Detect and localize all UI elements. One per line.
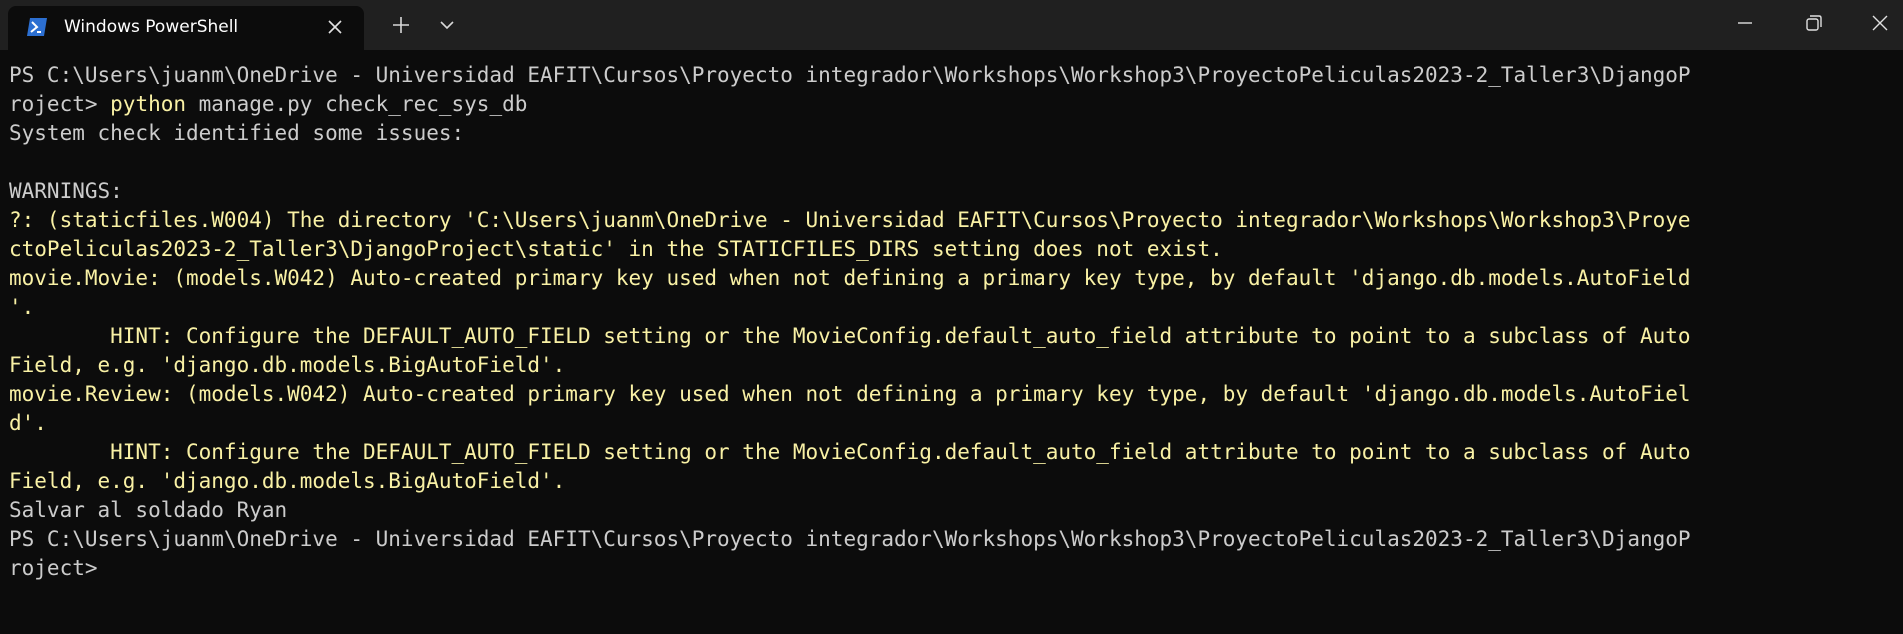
console-line: roject> python manage.py check_rec_sys_d… <box>9 90 1895 119</box>
console-text: movie.Review: (models.W042) Auto-created… <box>9 382 1691 406</box>
console-line: movie.Movie: (models.W042) Auto-created … <box>9 264 1895 293</box>
minimize-icon[interactable] <box>1717 0 1773 46</box>
console-line: Salvar al soldado Ryan <box>9 496 1895 525</box>
console-line: Field, e.g. 'django.db.models.BigAutoFie… <box>9 467 1895 496</box>
console-line: ctoPeliculas2023-2_Taller3\DjangoProject… <box>9 235 1895 264</box>
console-text: python <box>110 92 187 116</box>
console-text: System check identified some issues: <box>9 121 465 145</box>
chevron-down-icon[interactable] <box>432 12 462 38</box>
console-text: ?: (staticfiles.W004) The directory 'C:\… <box>9 208 1691 232</box>
title-bar: Windows PowerShell <box>0 0 1903 50</box>
console-line: PS C:\Users\juanm\OneDrive - Universidad… <box>9 61 1895 90</box>
console-line: d'. <box>9 409 1895 438</box>
console-line: Field, e.g. 'django.db.models.BigAutoFie… <box>9 351 1895 380</box>
console-text: HINT: Configure the DEFAULT_AUTO_FIELD s… <box>9 440 1691 464</box>
console-line: movie.Review: (models.W042) Auto-created… <box>9 380 1895 409</box>
terminal-window: Windows PowerShell PS C:\Users\juanm\One… <box>0 0 1903 634</box>
console-line: roject> <box>9 554 1895 583</box>
console-line: '. <box>9 293 1895 322</box>
restore-icon[interactable] <box>1786 0 1842 46</box>
console-line: ?: (staticfiles.W004) The directory 'C:\… <box>9 206 1895 235</box>
close-icon[interactable] <box>324 16 346 38</box>
console-text: '. <box>9 295 35 319</box>
console-text: WARNINGS: <box>9 179 123 203</box>
console-line: PS C:\Users\juanm\OneDrive - Universidad… <box>9 525 1895 554</box>
console-text: HINT: Configure the DEFAULT_AUTO_FIELD s… <box>9 324 1691 348</box>
console-text: Field, e.g. 'django.db.models.BigAutoFie… <box>9 353 566 377</box>
console-text: Salvar al soldado Ryan <box>9 498 288 522</box>
console-text: manage.py check_rec_sys_db <box>186 92 528 116</box>
console-text: movie.Movie: (models.W042) Auto-created … <box>9 266 1691 290</box>
console-line: HINT: Configure the DEFAULT_AUTO_FIELD s… <box>9 322 1895 351</box>
console-line: HINT: Configure the DEFAULT_AUTO_FIELD s… <box>9 438 1895 467</box>
close-icon[interactable] <box>1852 0 1903 46</box>
powershell-icon <box>26 16 48 38</box>
console-text: Field, e.g. 'django.db.models.BigAutoFie… <box>9 469 566 493</box>
console-text: d'. <box>9 411 47 435</box>
console-text: roject> <box>9 556 98 580</box>
console-line: WARNINGS: <box>9 177 1895 206</box>
console-line: System check identified some issues: <box>9 119 1895 148</box>
plus-icon[interactable] <box>386 12 416 38</box>
console-text: PS C:\Users\juanm\OneDrive - Universidad… <box>9 63 1691 87</box>
console-text: ctoPeliculas2023-2_Taller3\DjangoProject… <box>9 237 1223 261</box>
console-text: roject> <box>9 92 111 116</box>
console-output[interactable]: PS C:\Users\juanm\OneDrive - Universidad… <box>9 61 1895 583</box>
tab-windows-powershell[interactable]: Windows PowerShell <box>8 6 364 50</box>
tab-title: Windows PowerShell <box>64 17 239 37</box>
console-text: PS C:\Users\juanm\OneDrive - Universidad… <box>9 527 1691 551</box>
